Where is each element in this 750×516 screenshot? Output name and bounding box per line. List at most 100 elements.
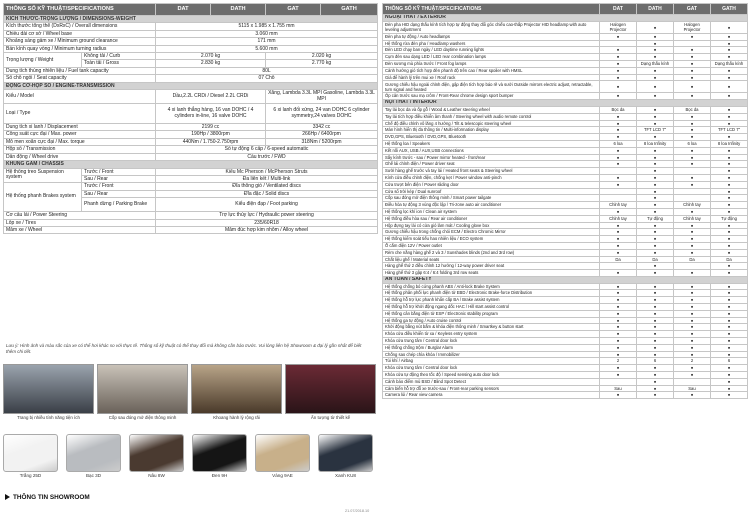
table-row: Ốp cản trước sau mạ crôm / Front-Rear ch… xyxy=(382,92,748,101)
row-value: ● xyxy=(599,269,637,277)
header-gat: GAT xyxy=(265,3,322,16)
header-gath: GATH xyxy=(320,3,379,16)
color-swatch: Nâu 8W xyxy=(129,434,184,480)
table-row: Số chỗ ngồi / Seat capacity 07 Chỗ xyxy=(2,74,379,83)
row-value: ● xyxy=(636,92,674,101)
table-row: Hệ thống lọc khí ion / Clean air system ●… xyxy=(382,207,748,216)
row-value: ● xyxy=(673,289,711,298)
row-value: Tự động xyxy=(710,214,748,223)
row-value: Bọc da xyxy=(673,105,711,114)
color-name: Nâu 8W xyxy=(148,473,165,478)
table-header: THÔNG SỐ KỸ THUẬT/SPECIFICATIONS DAT DAT… xyxy=(382,3,748,15)
row-value: ● xyxy=(710,316,748,325)
table-row: Hộp số / Transmission Số tự động 6 cấp / … xyxy=(2,145,379,154)
row-value: ● xyxy=(710,221,748,230)
row-label: Dung tích xi lanh / Displacement xyxy=(2,123,157,132)
row-label: Túi khí / Airbag xyxy=(382,357,600,366)
row-value: Halogen Projector xyxy=(673,20,711,34)
color-chip xyxy=(318,434,373,472)
row-value: ● xyxy=(599,80,637,94)
row-label: Cảnh báo điểm mù BSD / Blind Spot Detect xyxy=(382,377,600,386)
row-value: ● xyxy=(710,46,748,55)
row-value: Da xyxy=(673,255,711,264)
photo-luggage: Khoang hành lý rộng rãi xyxy=(191,364,282,424)
row-value: Dầu,2.2L CRDi / Diesel 2.2L CRDi xyxy=(155,89,267,105)
row-label: Rèm che nắng hàng ghế 2 và 3 / Sunshades… xyxy=(382,248,600,257)
row-value: ● xyxy=(710,66,748,75)
showroom-heading: THÔNG TIN SHOWROOM xyxy=(5,494,90,501)
row-value: ● xyxy=(636,391,674,400)
row-label: Gương chiếu hậu ngoài chỉnh điện, gập đi… xyxy=(382,80,600,94)
row-value: ● xyxy=(599,46,637,55)
row-label: Hệ thống chống bó cứng phanh ABS / Anti-… xyxy=(382,282,600,291)
row-value: ● xyxy=(599,59,637,68)
table-row: Cảnh hướng gió tích hợp đèn phanh độ trê… xyxy=(382,66,748,75)
row-label: Mâm xe / Wheel xyxy=(2,225,157,235)
row-value: ● xyxy=(673,343,711,352)
row-value: TFT LCD 7" xyxy=(636,126,674,135)
row-value: ● xyxy=(710,391,748,400)
row-value: 266Hp / 6400rpm xyxy=(265,130,379,139)
row-value: Bọc da xyxy=(599,105,637,114)
doc-code: 21.07/2018.10 xyxy=(345,509,370,513)
row-value: ● xyxy=(673,59,711,68)
row-value: ● xyxy=(599,92,637,101)
row-label: Camera lùi / Rear view camera xyxy=(382,391,600,400)
table-row: Túi khí / Airbag 2 6 2 6 xyxy=(382,357,748,366)
row-value: 6 xyxy=(710,357,748,366)
row-value: ● xyxy=(710,241,748,250)
row-label: Đèn LED chạy ban ngày / LED daytime runn… xyxy=(382,46,600,55)
photo-design: Ấn tượng từ thiết kế xyxy=(285,364,376,424)
car-luggage-image xyxy=(191,364,282,414)
row-value: Chỉnh tay xyxy=(599,201,637,209)
row-value: ● xyxy=(710,330,748,339)
row-label: Màn hình hiển thị đa thông tin / Multi-i… xyxy=(382,126,600,135)
row-value: ● xyxy=(636,282,674,291)
row-value: ● xyxy=(636,323,674,332)
row-label: Chế độ điều chỉnh vô lăng 4 hướng / Tilt… xyxy=(382,119,600,128)
table-row: Bán kính quay vòng / Minimum turning rad… xyxy=(2,44,379,54)
row-value: ● xyxy=(710,92,748,101)
row-value: ● xyxy=(710,53,748,61)
row-label: Hệ thống điều hòa sau / Rear air conditi… xyxy=(382,214,600,223)
row-value: ● xyxy=(599,309,637,318)
sub-label: Sau / Rear xyxy=(80,189,157,199)
row-label: Hộp số / Transmission xyxy=(2,145,157,154)
row-value: ● xyxy=(636,119,674,128)
row-value: 190Hp / 3800rpm xyxy=(155,130,267,139)
row-value: ● xyxy=(710,269,748,277)
row-value: ● xyxy=(673,207,711,216)
row-value xyxy=(673,194,711,203)
row-value: 8 loa Infinity xyxy=(636,139,674,148)
header-dat: DAT xyxy=(155,3,212,16)
row-value: Sau xyxy=(673,384,711,393)
row-value: ● xyxy=(636,73,674,82)
photo-caption: Cốp sau đóng mở điện thông minh xyxy=(108,415,177,420)
row-value: ● xyxy=(673,364,711,373)
row-value: ● xyxy=(599,323,637,332)
row-value: ● xyxy=(673,228,711,237)
row-label: Điều hòa tự động 3 vùng độc lập / Tri-zo… xyxy=(382,201,600,209)
row-value: 80L xyxy=(155,66,379,76)
row-value: ● xyxy=(710,20,748,34)
color-chip xyxy=(192,434,247,472)
row-label: Khởi động bằng nút bấm & khóa điện thông… xyxy=(382,323,600,332)
car-tailgate-image xyxy=(97,364,188,414)
row-value: ● xyxy=(599,391,637,400)
header-dath: DATH xyxy=(210,3,267,16)
group-label: Trọng lượng / Weight xyxy=(3,52,82,68)
row-label: Hộp đựng tay lái có cửa gió làm mát / Co… xyxy=(382,221,600,230)
table-row: Mâm xe / Wheel Mâm đúc hợp kim nhôm / All… xyxy=(2,225,379,235)
row-value: ● xyxy=(710,371,748,379)
color-chip xyxy=(66,434,121,472)
row-value: ● xyxy=(599,146,637,155)
section-dimensions: KÍCH THƯỚC-TRỌNG LƯỢNG / DIMENSIONS-WEIG… xyxy=(2,14,379,24)
row-label: Hệ thống hỗ trợ khởi động ngang dốc HAC … xyxy=(382,303,600,311)
row-label: Cụm đèn sau dạng LED / LED rear combinat… xyxy=(382,53,600,61)
row-value: ● xyxy=(599,235,637,243)
sub-label: Phanh dừng / Parking Brake xyxy=(80,197,157,213)
row-value: Dạng thấu kính xyxy=(710,59,748,68)
row-value: ● xyxy=(710,282,748,291)
table-row: Màn hình hiển thị đa thông tin / Multi-i… xyxy=(382,126,748,135)
row-value: ● xyxy=(599,126,637,135)
